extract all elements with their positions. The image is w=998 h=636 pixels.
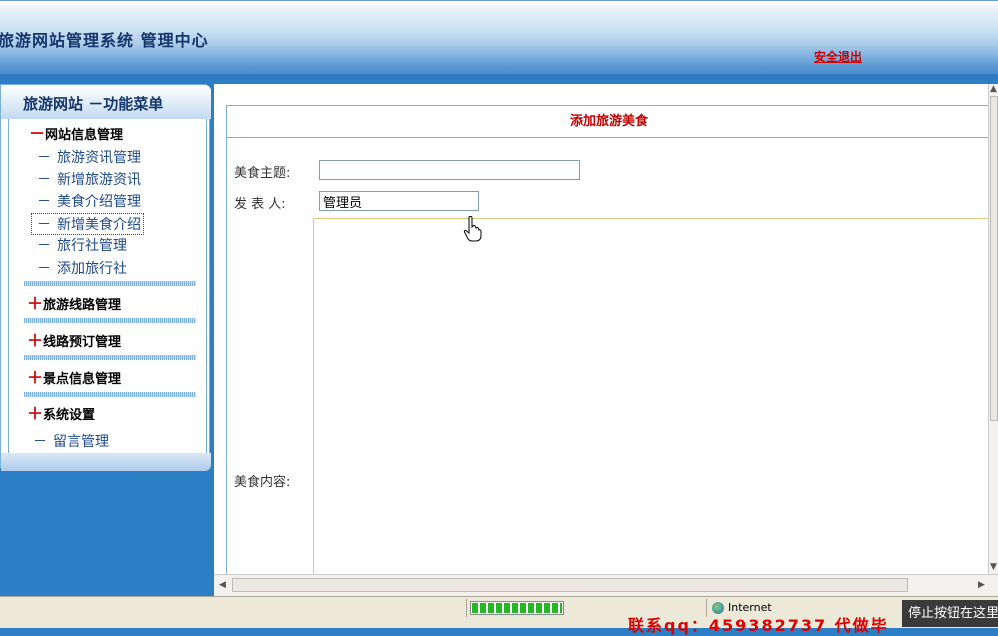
menu-panel: 旅游网站 －功能菜单 －网站信息管理 －旅游资讯管理 －新增旅游资讯 －美食介绍…	[0, 84, 211, 471]
content-frame: 添加旅游美食 美食主题: 发 表 人: 美食内容: ▲ ▼ ◀ ▶	[214, 80, 998, 597]
author-label: 发 表 人:	[234, 197, 286, 212]
scroll-thumb[interactable]	[232, 578, 908, 592]
sidebar: 旅游网站 －功能菜单 －网站信息管理 －旅游资讯管理 －新增旅游资讯 －美食介绍…	[0, 80, 214, 596]
menu-group-label: 景点信息管理	[43, 372, 122, 387]
menu-footer	[1, 453, 211, 471]
collapse-icon: －	[29, 124, 46, 143]
menu-group-routes[interactable]: ＋旅游线路管理	[27, 290, 121, 314]
menu-group-label: 网站信息管理	[45, 128, 124, 143]
menu-title: 旅游网站 －功能菜单	[23, 95, 164, 113]
menu-item-agency-manage[interactable]: －旅行社管理	[37, 235, 127, 255]
page-load-progress	[470, 601, 564, 615]
watermark-text: 联系qq：459382737 代做毕	[628, 616, 889, 635]
scroll-down-icon[interactable]: ▼	[990, 562, 997, 572]
menu-item-food-manage[interactable]: －美食介绍管理	[37, 191, 141, 211]
expand-icon: ＋	[27, 368, 44, 387]
menu-separator	[24, 318, 196, 323]
menu-group-site-info[interactable]: －网站信息管理	[29, 120, 123, 144]
menu-item-add-food[interactable]: －新增美食介绍	[31, 213, 144, 235]
logout-link[interactable]: 安全退出	[814, 48, 862, 65]
subject-input[interactable]	[319, 160, 580, 180]
form-title: 添加旅游美食	[227, 106, 991, 138]
menu-separator	[24, 392, 196, 397]
scroll-thumb[interactable]	[990, 96, 998, 421]
scroll-left-icon[interactable]: ◀	[219, 580, 226, 590]
menu-group-attractions[interactable]: ＋景点信息管理	[27, 364, 121, 388]
hand-cursor-icon	[463, 216, 482, 242]
status-divider	[466, 599, 467, 617]
subject-label: 美食主题:	[234, 166, 291, 181]
content-editor[interactable]	[313, 218, 994, 579]
content-top-border	[214, 80, 998, 84]
menu-item-add-agency[interactable]: －添加旅行社	[37, 258, 127, 278]
menu-item-messages[interactable]: －留言管理	[33, 431, 109, 451]
expand-icon: ＋	[27, 331, 44, 350]
menu-separator	[24, 355, 196, 360]
menu-separator	[24, 281, 196, 286]
content-label: 美食内容:	[234, 475, 291, 490]
expand-icon: ＋	[27, 404, 44, 423]
author-input[interactable]	[319, 191, 479, 211]
menu-header: 旅游网站 －功能菜单	[1, 85, 211, 119]
menu-item-add-travel-news[interactable]: －新增旅游资讯	[37, 169, 141, 189]
menu-group-bookings[interactable]: ＋线路预订管理	[27, 327, 121, 351]
page-title: 旅游网站管理系统 管理中心	[0, 31, 209, 50]
menu-body: －网站信息管理 －旅游资讯管理 －新增旅游资讯 －美食介绍管理 －新增美食介绍 …	[8, 119, 207, 455]
horizontal-scrollbar[interactable]: ◀ ▶	[214, 574, 998, 597]
scroll-right-icon[interactable]: ▶	[978, 580, 985, 590]
menu-group-label: 系统设置	[43, 408, 96, 423]
vertical-scrollbar[interactable]: ▲ ▼	[988, 84, 998, 574]
menu-group-label: 线路预订管理	[43, 335, 122, 350]
menu-item-travel-news[interactable]: －旅游资讯管理	[37, 147, 141, 167]
expand-icon: ＋	[27, 294, 44, 313]
menu-group-settings[interactable]: ＋系统设置	[27, 400, 95, 424]
app-header: 旅游网站管理系统 管理中心 安全退出	[0, 0, 998, 80]
menu-group-label: 旅游线路管理	[43, 298, 122, 313]
scroll-up-icon[interactable]: ▲	[990, 84, 997, 94]
progress-fill	[472, 603, 562, 613]
status-bar: Internet 联系qq：459382737 代做毕	[0, 596, 998, 635]
tooltip: 停止按钮在这里	[902, 600, 998, 627]
